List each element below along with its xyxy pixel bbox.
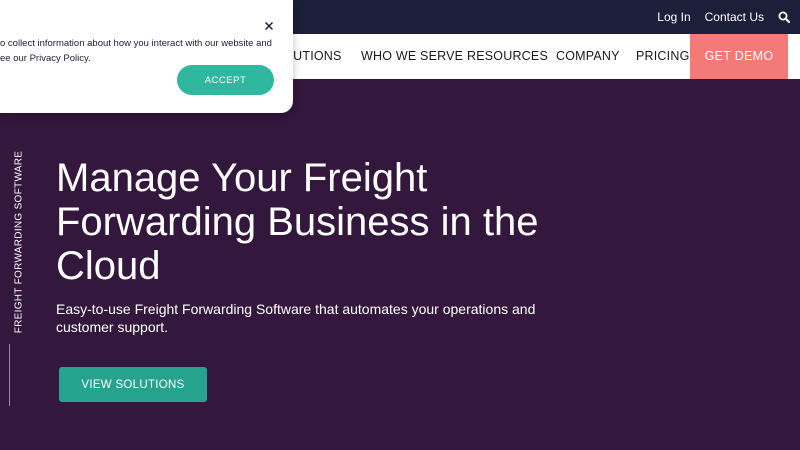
view-solutions-button[interactable]: VIEW SOLUTIONS: [59, 367, 207, 402]
cookie-text: o collect information about how you inte…: [0, 36, 280, 66]
side-label: FREIGHT FORWARDING SOFTWARE: [13, 150, 25, 334]
nav-item-solutions[interactable]: LUTIONS: [286, 34, 342, 79]
search-icon[interactable]: [778, 11, 790, 23]
nav-item-resources[interactable]: RESOURCES: [467, 34, 548, 79]
cookie-text-line: o collect information about how you inte…: [0, 38, 272, 49]
cookie-text-suffix: .: [88, 53, 91, 64]
hero-subtitle: Easy-to-use Freight Forwarding Software …: [56, 301, 536, 335]
contact-link[interactable]: Contact Us: [705, 10, 764, 24]
accept-button[interactable]: ACCEPT: [177, 65, 274, 95]
nav-item-pricing[interactable]: PRICING: [636, 34, 690, 79]
hero-title-line: Cloud: [56, 244, 161, 288]
privacy-policy-link[interactable]: Privacy Policy: [30, 53, 88, 64]
login-link[interactable]: Log In: [657, 10, 690, 24]
get-demo-button[interactable]: GET DEMO: [690, 34, 788, 79]
side-label-container: FREIGHT FORWARDING SOFTWARE: [13, 151, 25, 334]
top-links: Log In Contact Us: [657, 0, 790, 34]
nav-item-who-we-serve[interactable]: WHO WE SERVE: [361, 34, 463, 79]
cookie-banner: o collect information about how you inte…: [0, 0, 293, 113]
close-icon[interactable]: [262, 19, 276, 33]
side-divider: [9, 344, 10, 406]
nav-item-company[interactable]: COMPANY: [556, 34, 620, 79]
cookie-text-prefix: ee our: [0, 53, 30, 64]
hero-title-line: Manage Your Freight: [56, 156, 428, 200]
hero-title: Manage Your Freight Forwarding Business …: [56, 156, 576, 288]
hero-title-line: Forwarding Business in the: [56, 200, 539, 244]
